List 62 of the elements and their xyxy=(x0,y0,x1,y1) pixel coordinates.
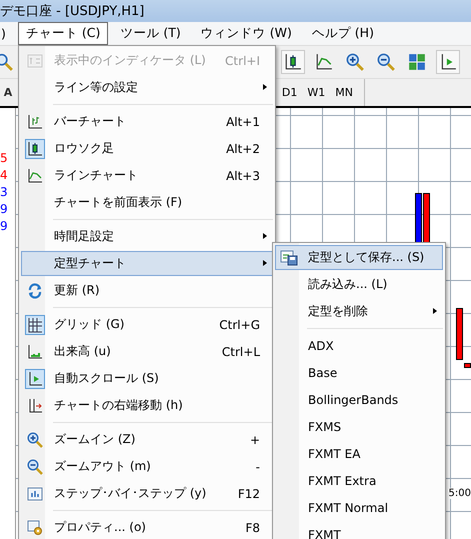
shortcut-text: Ctrl+I xyxy=(224,54,261,68)
submenu-arrow-icon xyxy=(263,84,267,90)
menu-item[interactable]: Base xyxy=(275,360,443,385)
menu-item[interactable]: ラインチャート Alt+3 xyxy=(21,163,273,188)
menu-item[interactable]: ステップ･バイ･ステップ (y) F12 xyxy=(21,481,273,506)
menu-item[interactable]: ズームイン (Z) + xyxy=(21,427,273,452)
price-value: 5 xyxy=(0,150,9,166)
period-button[interactable]: MN xyxy=(330,86,358,99)
shortcut-text: Alt+3 xyxy=(225,168,261,182)
price-value: 9 xyxy=(0,201,9,217)
shortcut-text: - xyxy=(254,460,261,474)
menu-item[interactable]: 更新 (R) xyxy=(21,278,273,303)
submenu-arrow-icon xyxy=(263,233,267,239)
auto-scroll-icon[interactable] xyxy=(436,50,460,74)
price-value: 9 xyxy=(0,218,9,234)
menu-item[interactable]: プロパティ... (o) F8 xyxy=(21,515,273,539)
menu-bar-item[interactable]: ツール (T) xyxy=(112,22,189,45)
menu-item[interactable]: ロウソク足 Alt+2 xyxy=(21,136,273,161)
menu-item[interactable]: グリッド (G) Ctrl+G xyxy=(21,312,273,337)
period-button[interactable]: D1 xyxy=(276,86,302,99)
menu-item[interactable]: BollingerBands xyxy=(275,387,443,412)
shortcut-text: F12 xyxy=(236,486,261,500)
candlestick xyxy=(464,363,471,368)
price-value: 4 xyxy=(0,167,9,183)
menu-item[interactable]: 定型として保存... (S) xyxy=(275,245,443,270)
menu-bar-item[interactable]: ) xyxy=(0,23,14,44)
menu-item[interactable]: 自動スクロール (S) xyxy=(21,366,273,391)
menu-item[interactable]: 定型を削除 xyxy=(275,299,443,324)
submenu-arrow-icon xyxy=(263,260,267,266)
panel-label: A xyxy=(2,86,14,99)
candlestick xyxy=(456,308,463,360)
menu-item[interactable]: ライン等の設定 xyxy=(21,75,273,100)
shortcut-text: F8 xyxy=(244,520,261,534)
candlestick-icon[interactable] xyxy=(281,50,305,74)
menu-item[interactable]: ズームアウト (m) - xyxy=(21,454,273,479)
save-icon xyxy=(279,248,299,268)
menu-item[interactable]: 時間足設定 xyxy=(21,224,273,249)
window-title: デモ口座 - [USDJPY,H1] xyxy=(0,3,144,20)
menu-item[interactable]: 出来高 (u) Ctrl+L xyxy=(21,339,273,364)
shortcut-text: + xyxy=(248,432,261,446)
menu-item[interactable]: FXMT xyxy=(275,522,443,539)
menu-item[interactable]: FXMS xyxy=(275,414,443,439)
menu-bar-item[interactable]: ヘルプ (H) xyxy=(304,22,382,45)
price-value: 3 xyxy=(0,184,9,200)
period-button[interactable]: W1 xyxy=(302,86,330,99)
menu-item[interactable]: ADX xyxy=(275,333,443,358)
menu-item[interactable]: チャートの右端移動 (h) xyxy=(21,393,273,418)
menu-bar-item[interactable]: チャート (C) xyxy=(18,22,108,45)
menu-item[interactable]: 読み込み... (L) xyxy=(275,272,443,297)
shortcut-text: Alt+1 xyxy=(225,114,261,128)
menu-bar-item[interactable]: ウィンドウ (W) xyxy=(192,22,300,45)
menu-item[interactable]: FXMT Extra xyxy=(275,468,443,493)
submenu-arrow-icon xyxy=(433,308,437,314)
shortcut-text: Ctrl+L xyxy=(220,344,261,358)
menu-item[interactable]: チャートを前面表示 (F) xyxy=(21,190,273,215)
shortcut-text: Ctrl+G xyxy=(218,318,261,332)
shortcut-text: Alt+2 xyxy=(225,142,261,156)
menu-item[interactable]: FXMT Normal xyxy=(275,495,443,520)
menu-item[interactable]: 定型チャート xyxy=(21,251,273,276)
menu-item[interactable]: FXMT EA xyxy=(275,441,443,466)
time-label: 5:00 xyxy=(448,488,471,499)
menu-item[interactable]: バーチャート Alt+1 xyxy=(21,109,273,134)
